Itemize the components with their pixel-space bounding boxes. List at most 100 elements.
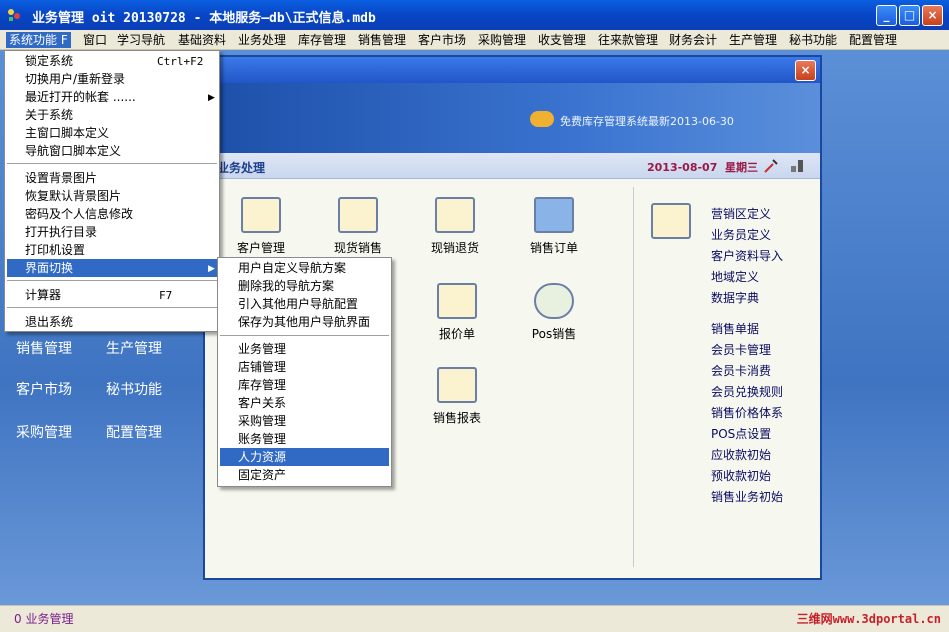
- minimize-button[interactable]: _: [876, 5, 897, 26]
- nav-config[interactable]: 配置管理: [106, 422, 162, 442]
- menu-item-nav-script[interactable]: 导航窗口脚本定义: [7, 142, 217, 160]
- menu-item-printer[interactable]: 打印机设置: [7, 241, 217, 259]
- close-button[interactable]: ×: [922, 5, 943, 26]
- menu-customer[interactable]: 客户市场: [415, 32, 469, 48]
- menu-business[interactable]: 业务处理: [235, 32, 289, 48]
- menu-item-calculator[interactable]: 计算器: [7, 286, 217, 304]
- menu-item-password[interactable]: 密码及个人信息修改: [7, 205, 217, 223]
- link-member-card[interactable]: 会员卡管理: [711, 341, 771, 358]
- link-region[interactable]: 地域定义: [711, 268, 759, 285]
- submenu-item-purchase[interactable]: 采购管理: [220, 412, 389, 430]
- menu-item-open-dir[interactable]: 打开执行目录: [7, 223, 217, 241]
- menu-config[interactable]: 配置管理: [846, 32, 900, 48]
- tile-customer-management[interactable]: 客户管理: [221, 197, 301, 256]
- submenu-item-save-nav[interactable]: 保存为其他用户导航界面: [220, 313, 389, 331]
- submenu-arrow-icon: ▶: [208, 93, 215, 103]
- menu-separator: [7, 307, 217, 308]
- settings-folder-icon: [651, 203, 691, 239]
- business-window-titlebar: ×: [205, 57, 820, 83]
- tile-sales-report[interactable]: 销售报表: [417, 367, 497, 426]
- sales-order-icon: [534, 197, 574, 233]
- calc-shortcut: F7: [159, 289, 173, 302]
- tools-icon[interactable]: [763, 158, 779, 174]
- business-window-close-button[interactable]: ×: [795, 60, 816, 81]
- menu-bar: 系统功能 F 窗口 学习导航 基础资料 业务处理 库存管理 销售管理 客户市场 …: [0, 30, 949, 50]
- menu-system[interactable]: 系统功能 F: [6, 32, 71, 48]
- system-menu: 锁定系统 Ctrl+F2 切换用户/重新登录 最近打开的帐套 ...... ▶ …: [4, 50, 220, 332]
- tile-spot-sales[interactable]: 现货销售: [318, 197, 398, 256]
- app-icon: [8, 9, 20, 21]
- pos-clock-icon: [534, 283, 574, 319]
- watermark: 三维网www.3dportal.cn: [796, 612, 941, 626]
- sales-report-icon: [437, 367, 477, 403]
- maximize-button[interactable]: □: [899, 5, 920, 26]
- submenu-item-hr[interactable]: 人力资源: [220, 448, 389, 466]
- banner-text: 免费库存管理系统最新2013-06-30: [560, 115, 734, 128]
- sales-return-icon: [435, 197, 475, 233]
- tree-icon[interactable]: [789, 158, 805, 174]
- submenu-item-inventory[interactable]: 库存管理: [220, 376, 389, 394]
- menu-item-recent[interactable]: 最近打开的帐套 ......: [7, 88, 217, 106]
- menu-production[interactable]: 生产管理: [726, 32, 780, 48]
- nav-secretary[interactable]: 秘书功能: [106, 379, 162, 399]
- submenu-item-accounting[interactable]: 账务管理: [220, 430, 389, 448]
- submenu-item-custom-nav[interactable]: 用户自定义导航方案: [220, 259, 389, 277]
- submenu-item-store[interactable]: 店铺管理: [220, 358, 389, 376]
- menu-basic-data[interactable]: 基础资料: [175, 32, 229, 48]
- menu-secretary[interactable]: 秘书功能: [786, 32, 840, 48]
- nav-production[interactable]: 生产管理: [106, 338, 162, 358]
- link-salesman[interactable]: 业务员定义: [711, 226, 771, 243]
- menu-purchase[interactable]: 采购管理: [475, 32, 529, 48]
- lock-shortcut: Ctrl+F2: [157, 55, 204, 68]
- menu-item-bg-image[interactable]: 设置背景图片: [7, 169, 217, 187]
- link-prepaid-init[interactable]: 预收款初始: [711, 467, 771, 484]
- banner: 免费库存管理系统最新2013-06-30: [205, 83, 820, 153]
- section-bar: 业务处理 2013-08-07 星期三: [205, 153, 820, 179]
- menu-learning[interactable]: 学习导航: [114, 32, 168, 48]
- link-customer-import[interactable]: 客户资料导入: [711, 247, 783, 264]
- tile-pos-sales[interactable]: Pos销售: [514, 283, 594, 342]
- menu-item-exit[interactable]: 退出系统: [7, 313, 217, 331]
- tile-sales-order[interactable]: 销售订单: [514, 197, 594, 256]
- menu-item-about[interactable]: 关于系统: [7, 106, 217, 124]
- submenu-item-business[interactable]: 业务管理: [220, 340, 389, 358]
- link-price-system[interactable]: 销售价格体系: [711, 404, 783, 421]
- nav-purchase[interactable]: 采购管理: [16, 422, 72, 442]
- submenu-arrow-icon: ▶: [208, 264, 215, 274]
- menu-item-main-script[interactable]: 主窗口脚本定义: [7, 124, 217, 142]
- window-title: 业务管理 oit 20130728 - 本地服务—db\正式信息.mdb: [32, 11, 376, 26]
- link-receivable-init[interactable]: 应收款初始: [711, 446, 771, 463]
- date-text: 2013-08-07 星期三: [647, 161, 759, 174]
- spot-sales-icon: [338, 197, 378, 233]
- menu-sales[interactable]: 销售管理: [355, 32, 409, 48]
- menu-accounts[interactable]: 往来款管理: [595, 32, 661, 48]
- submenu-item-fixed-assets[interactable]: 固定资产: [220, 466, 389, 484]
- submenu-item-delete-nav[interactable]: 删除我的导航方案: [220, 277, 389, 295]
- link-pos-setup[interactable]: POS点设置: [711, 425, 771, 442]
- nav-customer[interactable]: 客户市场: [16, 379, 72, 399]
- menu-inventory[interactable]: 库存管理: [295, 32, 349, 48]
- menu-window[interactable]: 窗口: [80, 32, 110, 48]
- link-sales-docs[interactable]: 销售单据: [711, 320, 759, 337]
- tile-sales-return[interactable]: 现销退货: [415, 197, 495, 256]
- link-member-consume[interactable]: 会员卡消费: [711, 362, 771, 379]
- title-bar: 业务管理 oit 20130728 - 本地服务—db\正式信息.mdb _ □…: [0, 0, 949, 30]
- menu-item-switch-user[interactable]: 切换用户/重新登录: [7, 70, 217, 88]
- section-title: 业务处理: [217, 161, 266, 175]
- menu-separator: [7, 280, 217, 281]
- customer-management-icon: [241, 197, 281, 233]
- submenu-item-crm[interactable]: 客户关系: [220, 394, 389, 412]
- menu-item-ui-switch[interactable]: 界面切换: [7, 259, 217, 277]
- status-text: 0 业务管理: [14, 612, 74, 626]
- tile-quotation[interactable]: 报价单: [417, 283, 497, 342]
- nav-sales[interactable]: 销售管理: [16, 338, 72, 358]
- link-sales-area[interactable]: 营销区定义: [711, 205, 771, 222]
- link-dictionary[interactable]: 数据字典: [711, 289, 759, 306]
- link-sales-init[interactable]: 销售业务初始: [711, 488, 783, 505]
- menu-separator: [7, 163, 217, 164]
- menu-finance[interactable]: 财务会计: [666, 32, 720, 48]
- link-member-rules[interactable]: 会员兑换规则: [711, 383, 783, 400]
- menu-item-restore-bg[interactable]: 恢复默认背景图片: [7, 187, 217, 205]
- menu-income[interactable]: 收支管理: [535, 32, 589, 48]
- submenu-item-import-nav[interactable]: 引入其他用户导航配置: [220, 295, 389, 313]
